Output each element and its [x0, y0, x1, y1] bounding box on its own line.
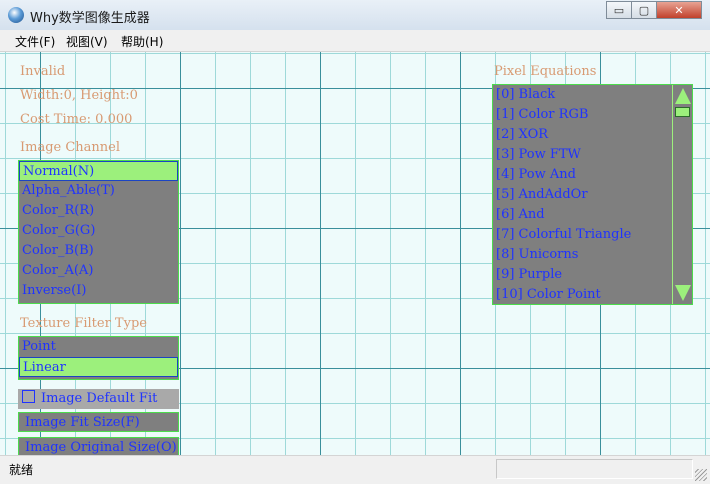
original-size-button[interactable]: Image Original Size(O)	[18, 437, 179, 455]
channel-item-red[interactable]: Color_R(R)	[19, 201, 178, 221]
channel-item-inverse[interactable]: Inverse(I)	[19, 281, 178, 301]
filter-item-point[interactable]: Point	[19, 337, 178, 357]
menu-bar: 文件(F) 视图(V) 帮助(H)	[0, 30, 710, 52]
scroll-thumb[interactable]	[675, 107, 690, 117]
menu-file[interactable]: 文件(F)	[15, 33, 55, 50]
equation-item[interactable]: [3] Pow FTW	[493, 145, 692, 165]
default-fit-checkbox[interactable]: Image Default Fit	[18, 389, 179, 409]
channel-item-alpha[interactable]: Alpha_Able(T)	[19, 181, 178, 201]
equation-item[interactable]: [2] XOR	[493, 125, 692, 145]
menu-view[interactable]: 视图(V)	[66, 33, 108, 50]
pixel-equations-list[interactable]: [0] Black [1] Color RGB [2] XOR [3] Pow …	[492, 84, 693, 305]
app-window: Why数学图像生成器 ▭ ▢ ✕ 文件(F) 视图(V) 帮助(H) Inval…	[0, 0, 710, 484]
equation-item[interactable]: [1] Color RGB	[493, 105, 692, 125]
channel-item-alpha-channel[interactable]: Color_A(A)	[19, 261, 178, 281]
image-channel-list[interactable]: Normal(N) Alpha_Able(T) Color_R(R) Color…	[18, 160, 179, 304]
info-size: Width:0, Height:0	[20, 88, 138, 103]
globe-icon	[8, 7, 24, 23]
title-bar[interactable]: Why数学图像生成器 ▭ ▢ ✕	[0, 0, 710, 31]
status-pane	[496, 459, 693, 479]
filter-item-linear[interactable]: Linear	[19, 357, 178, 377]
status-bar: 就绪	[0, 455, 710, 484]
status-text: 就绪	[9, 463, 34, 477]
equation-item[interactable]: [4] Pow And	[493, 165, 692, 185]
equation-item[interactable]: [10] Color Point	[493, 285, 692, 304]
window-controls: ▭ ▢ ✕	[606, 1, 702, 20]
equation-item[interactable]: [9] Purple	[493, 265, 692, 285]
channel-item-normal[interactable]: Normal(N)	[19, 161, 178, 181]
info-cost-time: Cost Time: 0.000	[20, 112, 133, 127]
image-channel-label: Image Channel	[20, 140, 121, 155]
checkbox-icon[interactable]	[22, 390, 35, 403]
minimize-button[interactable]: ▭	[606, 1, 632, 19]
menu-help[interactable]: 帮助(H)	[121, 33, 163, 50]
equation-item[interactable]: [8] Unicorns	[493, 245, 692, 265]
window-title: Why数学图像生成器	[30, 11, 150, 26]
resize-grip-icon[interactable]	[695, 469, 707, 481]
info-status: Invalid	[20, 64, 66, 79]
default-fit-label: Image Default Fit	[41, 391, 158, 406]
close-button[interactable]: ✕	[656, 1, 702, 19]
equation-item[interactable]: [6] And	[493, 205, 692, 225]
fit-size-button[interactable]: Image Fit Size(F)	[18, 412, 179, 432]
maximize-button[interactable]: ▢	[631, 1, 657, 19]
scroll-up-arrow-icon[interactable]	[675, 88, 691, 104]
equation-item[interactable]: [5] AndAddOr	[493, 185, 692, 205]
image-canvas[interactable]: Invalid Width:0, Height:0 Cost Time: 0.0…	[0, 52, 710, 455]
texture-filter-label: Texture Filter Type	[20, 316, 147, 331]
channel-item-blue[interactable]: Color_B(B)	[19, 241, 178, 261]
equations-scrollbar[interactable]	[672, 85, 692, 304]
equation-item[interactable]: [7] Colorful Triangle	[493, 225, 692, 245]
texture-filter-list[interactable]: Point Linear	[18, 336, 179, 380]
scroll-down-arrow-icon[interactable]	[675, 285, 691, 301]
equation-item[interactable]: [0] Black	[493, 85, 692, 105]
pixel-equations-label: Pixel Equations	[494, 64, 597, 79]
channel-item-green[interactable]: Color_G(G)	[19, 221, 178, 241]
